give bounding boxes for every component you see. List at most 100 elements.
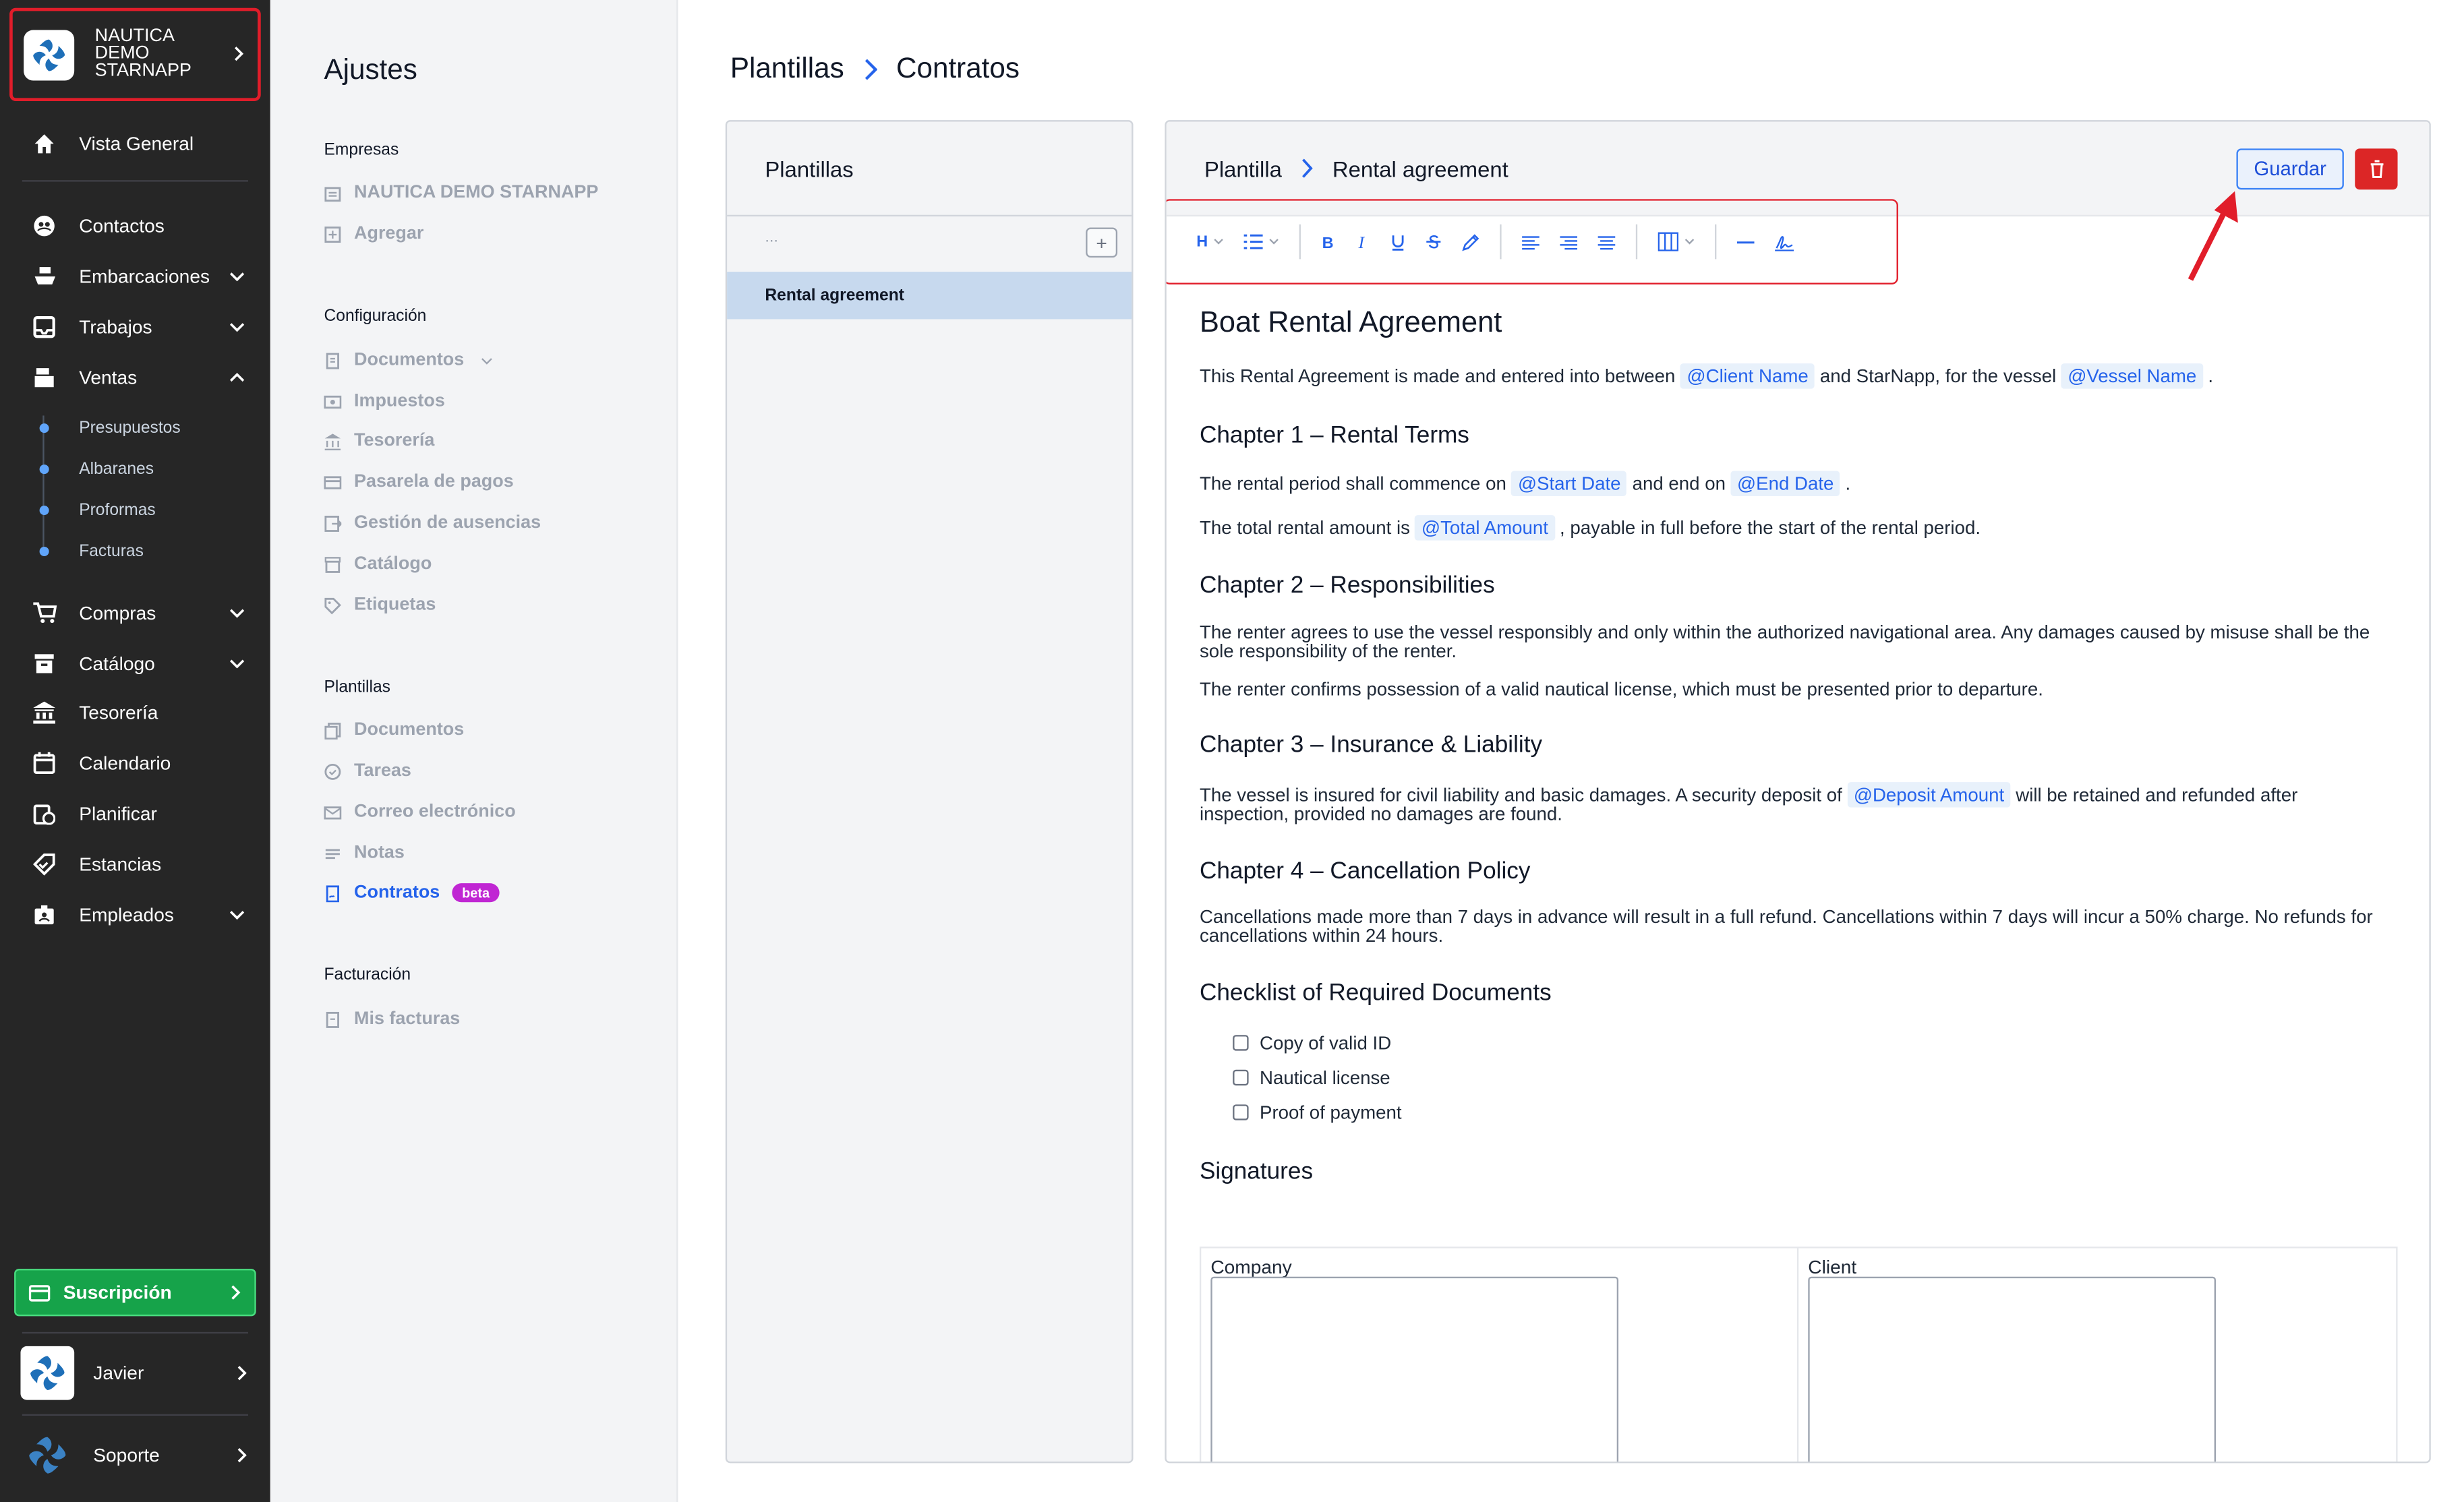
chevron-down-icon: [229, 272, 245, 282]
checkbox[interactable]: [1233, 1069, 1249, 1086]
checklist-item[interactable]: Proof of payment: [1233, 1101, 1402, 1124]
add-template-button[interactable]: +: [1086, 227, 1118, 258]
list-item[interactable]: Rental agreement: [727, 272, 1132, 320]
bold-button[interactable]: B: [1322, 224, 1336, 260]
support-link[interactable]: Soporte: [0, 1420, 270, 1490]
bold-icon: B: [1322, 234, 1336, 249]
nav-compras[interactable]: Compras: [0, 591, 270, 636]
variable-deposit-amount[interactable]: @Deposit Amount: [1847, 782, 2011, 808]
nav-presupuestos[interactable]: Presupuestos: [79, 419, 181, 438]
settings-item-contratos[interactable]: Contratos beta: [324, 883, 500, 903]
settings-item-impuestos[interactable]: Impuestos: [324, 392, 445, 411]
settings-item-plantillas-documentos[interactable]: Documentos: [324, 721, 464, 740]
underline-button[interactable]: [1391, 224, 1405, 260]
list-dropdown[interactable]: [1244, 224, 1279, 260]
beta-badge: beta: [452, 883, 500, 903]
settings-item-etiquetas[interactable]: Etiquetas: [324, 596, 436, 615]
catalog-icon: [32, 651, 57, 677]
variable-client-name[interactable]: @Client Name: [1680, 363, 1815, 389]
align-right-button[interactable]: [1560, 224, 1578, 260]
register-icon: [32, 365, 57, 390]
nav-tesoreria[interactable]: Tesorería: [0, 690, 270, 735]
nav-vista-general[interactable]: Vista General: [0, 121, 270, 166]
italic-icon: I: [1357, 234, 1371, 249]
heading-dropdown[interactable]: H: [1196, 224, 1224, 260]
settings-item-correo[interactable]: Correo electrónico: [324, 803, 516, 822]
signatures-table: Company Client: [1199, 1246, 2398, 1462]
nav-ventas[interactable]: Ventas: [0, 355, 270, 400]
settings-item-add-company[interactable]: Agregar: [324, 224, 423, 243]
nav-proformas[interactable]: Proformas: [79, 501, 156, 520]
strikethrough-button[interactable]: [1426, 224, 1442, 260]
variable-start-date[interactable]: @Start Date: [1511, 471, 1627, 496]
breadcrumb-plantillas[interactable]: Plantillas: [730, 52, 844, 85]
nav-planificar[interactable]: Planificar: [0, 791, 270, 836]
highlight-button[interactable]: [1462, 224, 1480, 260]
signature-box-client[interactable]: [1808, 1276, 2217, 1462]
checklist-item[interactable]: Nautical license: [1233, 1067, 1390, 1089]
checklist-item[interactable]: Copy of valid ID: [1233, 1032, 1391, 1054]
settings-item-catalogo[interactable]: Catálogo: [324, 555, 432, 574]
group-empresas: Empresas: [324, 140, 399, 160]
nav-trabajos[interactable]: Trabajos: [0, 305, 270, 349]
settings-item-notas[interactable]: Notas: [324, 844, 405, 863]
save-button[interactable]: Guardar: [2236, 148, 2344, 190]
settings-item-mis-facturas[interactable]: Mis facturas: [324, 1010, 460, 1029]
settings-item-company[interactable]: NAUTICA DEMO STARNAPP: [324, 183, 598, 202]
nav-empleados[interactable]: Empleados: [0, 893, 270, 937]
nav-catalogo[interactable]: Catálogo: [0, 642, 270, 686]
delete-button[interactable]: [2355, 148, 2398, 190]
company-switcher[interactable]: NAUTICA DEMO STARNAPP: [9, 7, 261, 102]
horizontal-rule-button[interactable]: [1737, 224, 1755, 260]
submenu-dot: [38, 546, 49, 557]
chapter-4-heading: Chapter 4 – Cancellation Policy: [1199, 858, 1531, 885]
variable-total-amount[interactable]: @Total Amount: [1415, 515, 1555, 541]
subscription-button[interactable]: Suscripción: [14, 1269, 256, 1317]
nav-label: Ventas: [79, 366, 138, 389]
align-left-button[interactable]: [1522, 224, 1540, 260]
nav-calendario[interactable]: Calendario: [0, 741, 270, 785]
nav-albaranes[interactable]: Albaranes: [79, 460, 154, 479]
signature-box-company[interactable]: [1210, 1276, 1619, 1462]
columns-dropdown[interactable]: [1658, 224, 1695, 260]
checklist-label: Proof of payment: [1260, 1101, 1402, 1124]
chevron-down-icon: [229, 608, 245, 618]
nav-contactos[interactable]: Contactos: [0, 204, 270, 248]
invoice-icon: [324, 1011, 341, 1028]
support-logo-icon: [20, 1429, 74, 1482]
settings-item-tareas[interactable]: Tareas: [324, 762, 411, 781]
nav-embarcaciones[interactable]: Embarcaciones: [0, 254, 270, 299]
nav-label: Trabajos: [79, 316, 152, 338]
nav-estancias[interactable]: Estancias: [0, 842, 270, 887]
pen-icon: [1462, 233, 1480, 251]
settings-panel: Ajustes Empresas NAUTICA DEMO STARNAPP A…: [270, 0, 892, 1502]
company-name: NAUTICA DEMO STARNAPP: [94, 26, 192, 81]
user-menu[interactable]: Javier: [0, 1338, 270, 1408]
group-plantillas: Plantillas: [324, 678, 390, 697]
plus-square-icon: [324, 225, 341, 243]
signature-button[interactable]: [1775, 224, 1794, 260]
italic-button[interactable]: I: [1357, 224, 1371, 260]
nav-facturas[interactable]: Facturas: [79, 542, 144, 561]
label: Documentos: [354, 720, 465, 740]
text: This Rental Agreement is made and entere…: [1199, 365, 1676, 388]
settings-item-ausencias[interactable]: Gestión de ausencias: [324, 514, 541, 533]
settings-item-pasarela[interactable]: Pasarela de pagos: [324, 473, 514, 491]
contacts-icon: [32, 213, 57, 239]
chapter-3-heading: Chapter 3 – Insurance & Liability: [1199, 731, 1543, 759]
checkbox[interactable]: [1233, 1104, 1249, 1120]
align-center-button[interactable]: [1598, 224, 1616, 260]
card-icon: [28, 1284, 51, 1301]
variable-vessel-name[interactable]: @Vessel Name: [2061, 363, 2203, 389]
editor-breadcrumb-plantilla: Plantilla: [1204, 155, 1282, 181]
settings-item-documentos[interactable]: Documentos: [324, 351, 492, 369]
checklist-heading: Checklist of Required Documents: [1199, 980, 1552, 1007]
cash-icon: [324, 392, 342, 410]
checkbox[interactable]: [1233, 1035, 1249, 1051]
list-search-input[interactable]: ...: [765, 229, 778, 247]
inbox-icon: [32, 314, 57, 340]
settings-item-tesoreria[interactable]: Tesorería: [324, 431, 434, 450]
nav-label: Calendario: [79, 752, 171, 775]
text: , payable in full before the start of th…: [1560, 516, 1981, 539]
variable-end-date[interactable]: @End Date: [1730, 471, 1840, 496]
